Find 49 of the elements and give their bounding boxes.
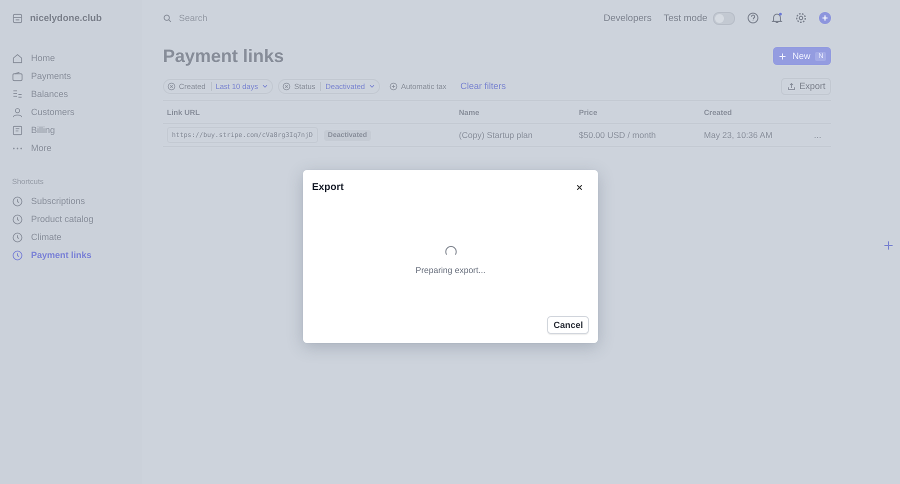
settings-icon[interactable]	[795, 12, 808, 24]
wallet-icon	[12, 70, 23, 82]
table-cell-text: $50.00 USD / month	[578, 130, 657, 140]
add-icon	[388, 82, 398, 90]
clock-icon	[12, 196, 23, 206]
clock-icon	[12, 214, 23, 224]
person-icon	[12, 106, 23, 118]
clock-icon	[12, 250, 23, 260]
clear-filters-link[interactable]: Clear filters	[460, 81, 506, 91]
plus-icon[interactable]	[819, 12, 832, 24]
shortcut-item[interactable]: Climate	[12, 230, 142, 244]
table-cell-text: May 23, 10:36 AM	[704, 130, 774, 140]
search-icon	[162, 14, 172, 22]
cancel-button[interactable]: Cancel	[547, 316, 589, 334]
sidebar-item[interactable]: Customers	[12, 105, 142, 119]
home-icon	[12, 52, 23, 64]
remove-icon[interactable]	[166, 82, 176, 90]
sidebar-item[interactable]: Payments	[12, 69, 142, 83]
document-icon	[12, 124, 23, 136]
search-field[interactable]: Search	[176, 12, 301, 24]
shortcut-item[interactable]: Product catalog	[12, 212, 142, 226]
table-cell-text: (Copy) Startup plan	[458, 130, 534, 140]
account-name[interactable]: nicelydone.club	[30, 12, 102, 24]
developers-link[interactable]: Developers	[604, 12, 652, 24]
store-icon	[12, 12, 23, 24]
sidebar-item[interactable]: Home	[12, 51, 142, 65]
row-menu-button[interactable]: ...	[814, 130, 822, 140]
sidebar-item[interactable]: Billing	[12, 123, 142, 137]
bell-icon[interactable]	[771, 12, 784, 24]
chevron-down-icon	[261, 82, 270, 90]
page-title: Payment links	[162, 46, 284, 66]
chevron-down-icon	[368, 82, 376, 90]
sidebar-item[interactable]: Balances	[12, 87, 142, 101]
upload-icon	[787, 82, 796, 90]
test-mode-toggle[interactable]	[713, 12, 736, 24]
help-icon[interactable]	[747, 12, 760, 24]
export-button[interactable]: Export	[781, 78, 832, 94]
remove-icon[interactable]	[282, 82, 292, 90]
status-message: Preparing export...	[416, 264, 486, 274]
clock-icon	[12, 232, 23, 242]
test-mode-label: Test mode	[664, 12, 708, 24]
shortcut-item[interactable]: Subscriptions	[12, 194, 142, 208]
shortcut-item[interactable]: Payment links	[12, 248, 142, 262]
plus-icon	[778, 52, 788, 60]
list-icon	[12, 88, 23, 100]
plus-icon[interactable]	[883, 240, 894, 251]
sidebar-item[interactable]: More	[12, 141, 142, 155]
dialog-title: Export	[312, 182, 344, 193]
close-icon[interactable]	[575, 183, 584, 192]
